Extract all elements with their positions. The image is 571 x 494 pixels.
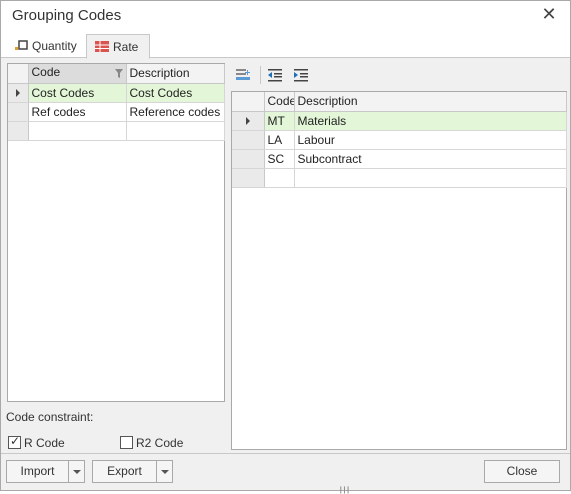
r2-code-checkbox[interactable] [120,436,133,449]
cell-code[interactable]: SC [264,149,295,169]
close-button[interactable]: Close [484,460,560,483]
export-button[interactable]: Export [92,460,173,483]
close-icon[interactable]: ✕ [540,5,558,23]
row-indicator [232,130,265,150]
cell-description[interactable]: Reference codes [126,102,225,122]
cell-description[interactable]: Labour [294,130,567,150]
tab-quantity[interactable]: Quantity [7,34,85,59]
table-row[interactable]: LA Labour [232,130,567,150]
cell-description[interactable] [126,121,225,141]
tab-quantity-label: Quantity [32,39,77,53]
row-indicator [232,168,265,188]
checkmark-icon: ✓ [10,434,21,448]
import-dropdown[interactable] [68,461,84,482]
cell-description[interactable]: Materials [294,111,567,131]
table-row[interactable]: SC Subcontract [232,149,567,169]
column-header-code[interactable]: Code [28,64,127,84]
title-bar: Grouping Codes ✕ [1,1,570,31]
outdent-icon[interactable] [267,67,285,83]
rate-grid-icon [95,40,109,55]
column-header-code-label: Code [31,65,61,80]
row-indicator [8,102,29,122]
grid-header-row: Code Description [232,92,567,112]
toolbar-separator [260,66,261,84]
r-code-label: R Code [24,436,65,450]
indent-icon[interactable] [293,67,311,83]
cell-code[interactable]: Cost Codes [28,83,127,103]
footer-divider [1,453,570,454]
row-indicator [8,83,29,103]
cell-code[interactable] [28,121,127,141]
tab-rate-label: Rate [113,40,139,54]
filter-icon[interactable] [114,67,123,81]
current-row-arrow-icon [245,116,250,125]
chevron-down-icon [161,470,169,474]
row-indicator-header [232,92,265,112]
cell-code[interactable] [264,168,295,188]
add-group-icon[interactable] [235,67,253,83]
r2-code-label: R2 Code [136,436,184,450]
code-constraint-label: Code constraint: [6,410,94,424]
tab-rate[interactable]: Rate [86,34,150,59]
row-indicator [232,111,265,131]
cell-description[interactable]: Cost Codes [126,83,225,103]
row-indicator [232,149,265,169]
cell-code[interactable]: Ref codes [28,102,127,122]
row-indicator [8,121,29,141]
chevron-down-icon [73,470,81,474]
row-indicator-header [8,64,29,84]
new-item-row[interactable] [8,121,225,141]
new-item-row[interactable] [232,168,567,188]
table-row[interactable]: Ref codes Reference codes [8,102,225,122]
resize-grip-icon[interactable]: ┃┃┃ [339,487,353,494]
column-header-description[interactable]: Description [126,64,225,84]
column-header-description[interactable]: Description [294,92,567,112]
tab-strip: Quantity Rate [1,31,570,59]
grouping-codes-dialog: Grouping Codes ✕ Quantity Rate Code Desc… [0,0,571,494]
current-row-arrow-icon [15,88,20,97]
import-button[interactable]: Import [6,460,85,483]
table-row[interactable]: Cost Codes Cost Codes [8,83,225,103]
table-row[interactable]: MT Materials [232,111,567,131]
dialog-title: Grouping Codes [12,7,122,24]
code-groups-grid: Code Description Cost Codes Cost Codes R… [7,63,225,402]
cell-description[interactable]: Subcontract [294,149,567,169]
quantity-icon [15,40,28,54]
code-items-grid: Code Description MT Materials LA Labour … [231,91,567,450]
cell-code[interactable]: MT [264,111,295,131]
import-button-label: Import [20,464,55,478]
grid-header-row: Code Description [8,64,225,84]
cell-description[interactable] [294,168,567,188]
column-header-code[interactable]: Code [264,92,295,112]
cell-code[interactable]: LA [264,130,295,150]
r-code-checkbox[interactable]: ✓ [8,434,21,449]
export-button-label: Export [107,464,142,478]
export-dropdown[interactable] [156,461,172,482]
